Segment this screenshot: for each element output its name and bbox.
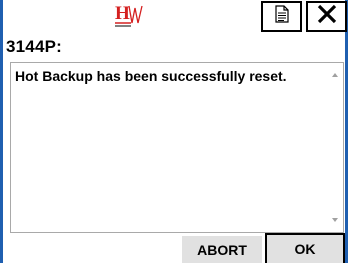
ok-button[interactable]: OK [265,233,345,263]
message-text: Hot Backup has been successfully reset. [15,68,287,84]
document-button[interactable] [261,1,302,32]
vertical-scrollbar[interactable] [326,63,343,232]
svg-text:H: H [115,3,130,24]
scroll-up-icon[interactable] [332,73,338,77]
close-icon [317,4,337,29]
document-icon [274,5,289,28]
message-box: Hot Backup has been successfully reset. [10,62,344,233]
dialog-window: H 3144P: Hot Backup has been successfull… [0,0,348,263]
close-button[interactable] [306,1,347,32]
abort-button[interactable]: ABORT [182,236,262,263]
scroll-down-icon[interactable] [332,218,338,222]
hw-logo-icon: H [115,3,151,33]
dialog-title: 3144P: [6,37,63,56]
